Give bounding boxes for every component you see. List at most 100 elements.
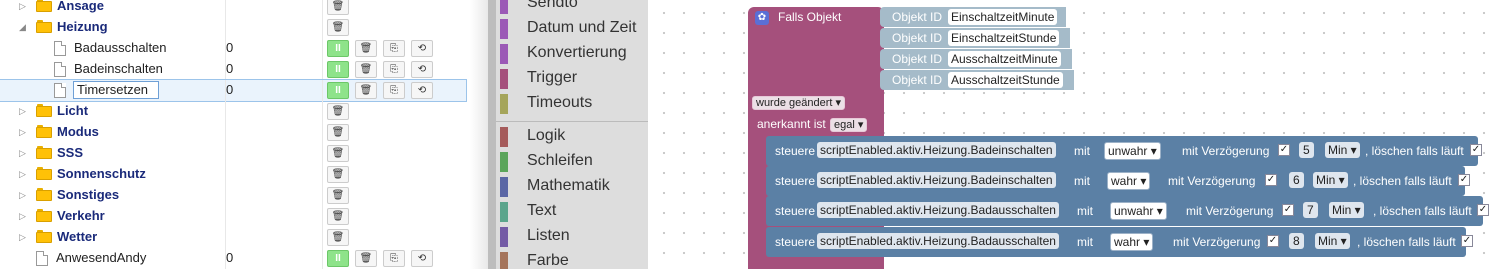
expand-toggle-icon[interactable]: ▷ — [19, 189, 29, 201]
delay-value[interactable]: 6 — [1289, 172, 1304, 188]
unit-dropdown[interactable]: Min ▾ — [1313, 172, 1348, 188]
delete-button[interactable]: 🗑 — [355, 250, 377, 267]
category-trigger[interactable]: Trigger — [496, 67, 648, 91]
unit-dropdown[interactable]: Min ▾ — [1329, 202, 1364, 218]
delete-button[interactable]: 🗑 — [327, 19, 349, 36]
delete-button[interactable]: 🗑 — [327, 145, 349, 162]
category-logik[interactable]: Logik — [496, 125, 648, 149]
delay-checkbox[interactable]: ✓ — [1267, 235, 1279, 247]
copy-button[interactable]: ⎘ — [383, 82, 405, 99]
value-dropdown[interactable]: wahr ▾ — [1107, 172, 1151, 190]
tree-row-ansage[interactable]: ▷ Ansage 🗑 — [0, 0, 466, 17]
value-dropdown[interactable]: wahr ▾ — [1110, 233, 1154, 251]
object-id-input[interactable]: Objekt ID EinschaltzeitStunde — [880, 28, 1070, 48]
delete-button[interactable]: 🗑 — [327, 187, 349, 204]
tree-row-sss[interactable]: ▷ SSS 🗑 — [0, 143, 466, 164]
clear-running-checkbox[interactable]: ✓ — [1458, 174, 1470, 186]
pause-button[interactable]: II — [327, 82, 349, 99]
category-farbe[interactable]: Farbe — [496, 250, 648, 269]
tree-row-sonnenschutz[interactable]: ▷ Sonnenschutz 🗑 — [0, 164, 466, 185]
expand-toggle-icon[interactable]: ▷ — [19, 168, 29, 180]
category-timeouts[interactable]: Timeouts — [496, 92, 648, 116]
delay-checkbox[interactable]: ✓ — [1282, 204, 1294, 216]
delay-value[interactable]: 7 — [1303, 202, 1318, 218]
object-id-input[interactable]: Objekt ID AusschaltzeitStunde — [880, 70, 1074, 90]
delay-checkbox[interactable]: ✓ — [1278, 144, 1290, 156]
category-sendto[interactable]: Sendto — [496, 0, 648, 16]
expand-toggle-icon[interactable]: ▷ — [19, 126, 29, 138]
object-id-value[interactable]: AusschaltzeitStunde — [948, 72, 1063, 88]
tree-row-badausschalten[interactable]: Badausschalten 0 II 🗑 ⎘ ⟲ — [0, 38, 466, 59]
target-object-id[interactable]: scriptEnabled.aktiv.Heizung.Badausschalt… — [817, 233, 1059, 249]
category-datum-und-zeit[interactable]: Datum und Zeit — [496, 17, 648, 41]
object-id-input[interactable]: Objekt ID AusschaltzeitMinute — [880, 49, 1072, 69]
object-id-value[interactable]: EinschaltzeitMinute — [948, 9, 1058, 25]
delete-button[interactable]: 🗑 — [327, 229, 349, 246]
tree-row-sonstiges[interactable]: ▷ Sonstiges 🗑 — [0, 185, 466, 206]
expand-toggle-icon[interactable]: ▷ — [19, 0, 29, 12]
object-id-value[interactable]: EinschaltzeitStunde — [948, 30, 1060, 46]
blockly-workspace[interactable]: ✿ Falls Objekt Objekt ID EinschaltzeitMin… — [648, 0, 1491, 269]
unit-dropdown[interactable]: Min ▾ — [1315, 233, 1350, 249]
category-listen[interactable]: Listen — [496, 225, 648, 249]
object-id-value[interactable]: AusschaltzeitMinute — [948, 51, 1061, 67]
category-text[interactable]: Text — [496, 200, 648, 224]
delay-value[interactable]: 8 — [1289, 233, 1304, 249]
pause-button[interactable]: II — [327, 250, 349, 267]
clear-running-checkbox[interactable]: ✓ — [1461, 235, 1473, 247]
delete-button[interactable]: 🗑 — [327, 0, 349, 15]
expand-toggle-icon[interactable]: ▷ — [19, 147, 29, 159]
tree-row-badeinschalten[interactable]: Badeinschalten 0 II 🗑 ⎘ ⟲ — [0, 59, 466, 80]
delete-button[interactable]: 🗑 — [355, 61, 377, 78]
delete-button[interactable]: 🗑 — [355, 82, 377, 99]
expand-toggle-icon[interactable]: ◢ — [19, 21, 29, 33]
clear-running-checkbox[interactable]: ✓ — [1477, 204, 1489, 216]
ack-dropdown[interactable]: egal ▾ — [830, 118, 868, 132]
set-state-delay-block[interactable]: steuere scriptEnabled.aktiv.Heizung.Badei… — [766, 136, 1482, 166]
tree-row-licht[interactable]: ▷ Licht 🗑 — [0, 101, 466, 122]
refresh-button[interactable]: ⟲ — [411, 82, 433, 99]
value-dropdown[interactable]: unwahr ▾ — [1110, 202, 1167, 220]
refresh-button[interactable]: ⟲ — [411, 250, 433, 267]
gear-icon[interactable]: ✿ — [755, 11, 769, 25]
set-state-delay-block[interactable]: steuere scriptEnabled.aktiv.Heizung.Badau… — [766, 227, 1473, 257]
delete-button[interactable]: 🗑 — [327, 124, 349, 141]
expand-toggle-icon[interactable]: ▷ — [19, 231, 29, 243]
splitter-handle[interactable] — [488, 0, 496, 269]
tree-row-verkehr[interactable]: ▷ Verkehr 🗑 — [0, 206, 466, 227]
value-dropdown[interactable]: unwahr ▾ — [1104, 142, 1161, 160]
delete-button[interactable]: 🗑 — [327, 208, 349, 225]
delay-value[interactable]: 5 — [1299, 142, 1314, 158]
tree-row-anwesendandy[interactable]: AnwesendAndy 0 II 🗑 ⎘ ⟲ — [0, 248, 466, 269]
tree-row-modus[interactable]: ▷ Modus 🗑 — [0, 122, 466, 143]
target-object-id[interactable]: scriptEnabled.aktiv.Heizung.Badausschalt… — [817, 202, 1059, 218]
delete-button[interactable]: 🗑 — [355, 40, 377, 57]
pause-button[interactable]: II — [327, 61, 349, 78]
object-id-input[interactable]: Objekt ID EinschaltzeitMinute — [880, 7, 1066, 27]
target-object-id[interactable]: scriptEnabled.aktiv.Heizung.Badeinschalt… — [817, 142, 1056, 158]
category-schleifen[interactable]: Schleifen — [496, 150, 648, 174]
pause-button[interactable]: II — [327, 40, 349, 57]
delete-button[interactable]: 🗑 — [327, 166, 349, 183]
set-state-delay-block[interactable]: steuere scriptEnabled.aktiv.Heizung.Badei… — [766, 166, 1470, 196]
delay-checkbox[interactable]: ✓ — [1265, 174, 1277, 186]
copy-button[interactable]: ⎘ — [383, 40, 405, 57]
expand-toggle-icon[interactable]: ▷ — [19, 105, 29, 117]
set-state-delay-block[interactable]: steuere scriptEnabled.aktiv.Heizung.Badau… — [766, 196, 1489, 226]
expand-toggle-icon[interactable]: ▷ — [19, 210, 29, 222]
rename-input[interactable]: Timersetzen — [73, 81, 159, 99]
delete-button[interactable]: 🗑 — [327, 103, 349, 120]
tree-row-heizung[interactable]: ◢ Heizung 🗑 — [0, 17, 466, 38]
refresh-button[interactable]: ⟲ — [411, 61, 433, 78]
copy-button[interactable]: ⎘ — [383, 250, 405, 267]
refresh-button[interactable]: ⟲ — [411, 40, 433, 57]
clear-running-checkbox[interactable]: ✓ — [1470, 144, 1482, 156]
category-konvertierung[interactable]: Konvertierung — [496, 42, 648, 66]
copy-button[interactable]: ⎘ — [383, 61, 405, 78]
tree-row-wetter[interactable]: ▷ Wetter 🗑 — [0, 227, 466, 248]
unit-dropdown[interactable]: Min ▾ — [1325, 142, 1360, 158]
target-object-id[interactable]: scriptEnabled.aktiv.Heizung.Badeinschalt… — [817, 172, 1056, 188]
condition-dropdown[interactable]: wurde geändert ▾ — [752, 96, 846, 110]
tree-row-timersetzen[interactable]: Timersetzen 0 II 🗑 ⎘ ⟲ — [0, 79, 467, 102]
category-mathematik[interactable]: Mathematik — [496, 175, 648, 199]
